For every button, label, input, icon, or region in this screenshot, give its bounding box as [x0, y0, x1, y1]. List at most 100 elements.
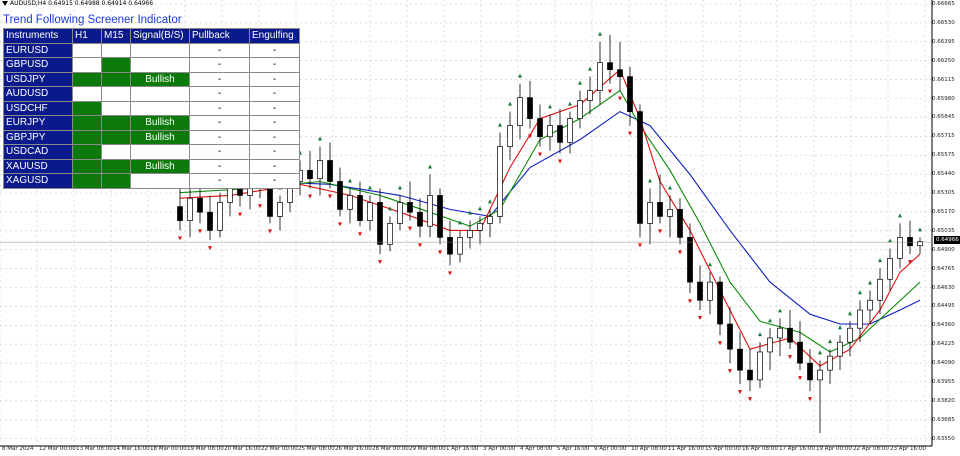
candle-body — [817, 369, 823, 381]
chart-menu-icon[interactable] — [2, 1, 8, 6]
candle-body — [687, 237, 693, 283]
bullish-candle — [577, 90, 583, 129]
price-tick-label: 0.64765 — [932, 265, 955, 272]
candle-body — [887, 257, 893, 280]
candle-body — [637, 111, 643, 224]
candle-body — [347, 195, 353, 210]
column-header-signal: Signal(B/S) — [130, 28, 190, 44]
candle-body — [877, 278, 883, 301]
screener-row-usdchf[interactable]: USDCHF - - — [3, 100, 300, 116]
buy-arrow-icon — [708, 262, 712, 267]
bearish-candle — [797, 321, 803, 371]
signal-cell — [130, 144, 190, 160]
pullback-cell: - — [189, 173, 250, 189]
price-tick-label: 0.65980 — [932, 95, 955, 102]
sell-arrow-icon — [408, 226, 412, 231]
screener-row-gbpusd[interactable]: GBPUSD - - — [3, 57, 300, 73]
time-axis-label: 22 Apr 08:00 — [853, 446, 889, 452]
candle-body — [337, 181, 343, 210]
h1-trend-cell — [72, 57, 102, 73]
time-axis-label: 25 Mar 08:00 — [298, 446, 335, 452]
pullback-cell: - — [189, 42, 250, 58]
screener-title: Trend Following Screener Indicator — [3, 14, 182, 26]
sell-arrow-icon — [418, 243, 422, 248]
candle-body — [717, 281, 723, 325]
bullish-candle — [477, 216, 483, 245]
buy-arrow-icon — [568, 101, 572, 106]
m15-trend-cell — [101, 42, 131, 58]
screener-row-audusd[interactable]: AUDUSD - - — [3, 86, 300, 102]
candle-body — [217, 202, 223, 231]
sell-arrow-icon — [198, 229, 202, 234]
screener-table: Instruments H1 M15 Signal(B/S) Pullback … — [3, 28, 300, 189]
time-axis-label: 13 Mar 08:00 — [76, 446, 113, 452]
h1-trend-cell — [72, 173, 102, 189]
time-axis-label: 8 Mar 2024 — [2, 446, 34, 452]
candle-body — [397, 202, 403, 224]
candle-body — [867, 299, 873, 311]
candle-body — [757, 351, 763, 381]
buy-arrow-icon — [648, 178, 652, 183]
candle-body — [557, 125, 563, 143]
time-axis-label: 15 Apr 00:00 — [705, 446, 741, 452]
sell-arrow-icon — [378, 260, 382, 265]
time-axis-label: 12 Mar 00:00 — [39, 446, 76, 452]
bullish-candle — [897, 223, 903, 269]
symbol-info: AUDUSD,H4 0.64915 0.64988 0.64914 0.6496… — [10, 0, 154, 7]
sell-arrow-icon — [178, 236, 182, 241]
buy-arrow-icon — [918, 227, 922, 232]
candle-body — [697, 281, 703, 301]
buy-arrow-icon — [838, 325, 842, 330]
time-axis-label: 26 Mar 16:00 — [335, 446, 372, 452]
candle-body — [667, 209, 673, 217]
candle-body — [747, 369, 753, 381]
screener-row-usdcad[interactable]: USDCAD - - — [3, 144, 300, 160]
column-header-m15: M15 — [101, 28, 131, 44]
bullish-candle — [347, 188, 353, 224]
candle-body — [177, 206, 183, 221]
bearish-candle — [177, 181, 183, 231]
screener-row-xauusd[interactable]: XAUUSD Bullish - - — [3, 158, 300, 174]
candle-body — [737, 348, 743, 371]
time-axis-label: 22 Mar 00:00 — [261, 446, 298, 452]
candle-body — [367, 202, 373, 221]
screener-row-eurusd[interactable]: EURUSD - - — [3, 42, 300, 58]
sell-arrow-icon — [678, 250, 682, 255]
signal-cell — [130, 42, 190, 58]
price-tick-label: 0.65170 — [932, 208, 955, 215]
bullish-candle — [917, 237, 923, 255]
candle-body — [647, 202, 653, 224]
sell-arrow-icon — [338, 222, 342, 227]
candle-body — [447, 237, 453, 255]
buy-arrow-icon — [828, 339, 832, 344]
candle-body — [577, 100, 583, 119]
candle-body — [487, 216, 493, 224]
candle-body — [327, 160, 333, 182]
instrument-symbol: GBPJPY — [3, 129, 73, 145]
pullback-cell: - — [189, 144, 250, 160]
h1-trend-cell — [72, 100, 102, 116]
candle-body — [617, 69, 623, 78]
screener-row-gbpjpy[interactable]: GBPJPY Bullish - - — [3, 129, 300, 145]
buy-arrow-icon — [478, 206, 482, 211]
signal-cell — [130, 173, 190, 189]
candle-body — [357, 195, 363, 221]
candle-body — [587, 90, 593, 101]
engulfing-cell: - — [249, 144, 300, 160]
buy-arrow-icon — [488, 199, 492, 204]
engulfing-cell: - — [249, 42, 300, 58]
screener-row-eurjpy[interactable]: EURJPY Bullish - - — [3, 115, 300, 131]
pullback-cell: - — [189, 86, 250, 102]
time-axis-label: 18 Mar 00:00 — [150, 446, 187, 452]
candle-body — [407, 202, 413, 213]
sell-arrow-icon — [438, 250, 442, 255]
candle-body — [267, 188, 273, 217]
instrument-symbol: GBPUSD — [3, 57, 73, 73]
buy-arrow-icon — [588, 66, 592, 71]
m15-trend-cell — [101, 158, 131, 174]
screener-row-xagusd[interactable]: XAGUSD - - — [3, 173, 300, 189]
time-axis-label: 20 Mar 16:00 — [224, 446, 261, 452]
bullish-candle — [827, 349, 833, 385]
screener-row-usdjpy[interactable]: USDJPY Bullish - - — [3, 71, 300, 87]
h1-trend-cell — [72, 71, 102, 87]
